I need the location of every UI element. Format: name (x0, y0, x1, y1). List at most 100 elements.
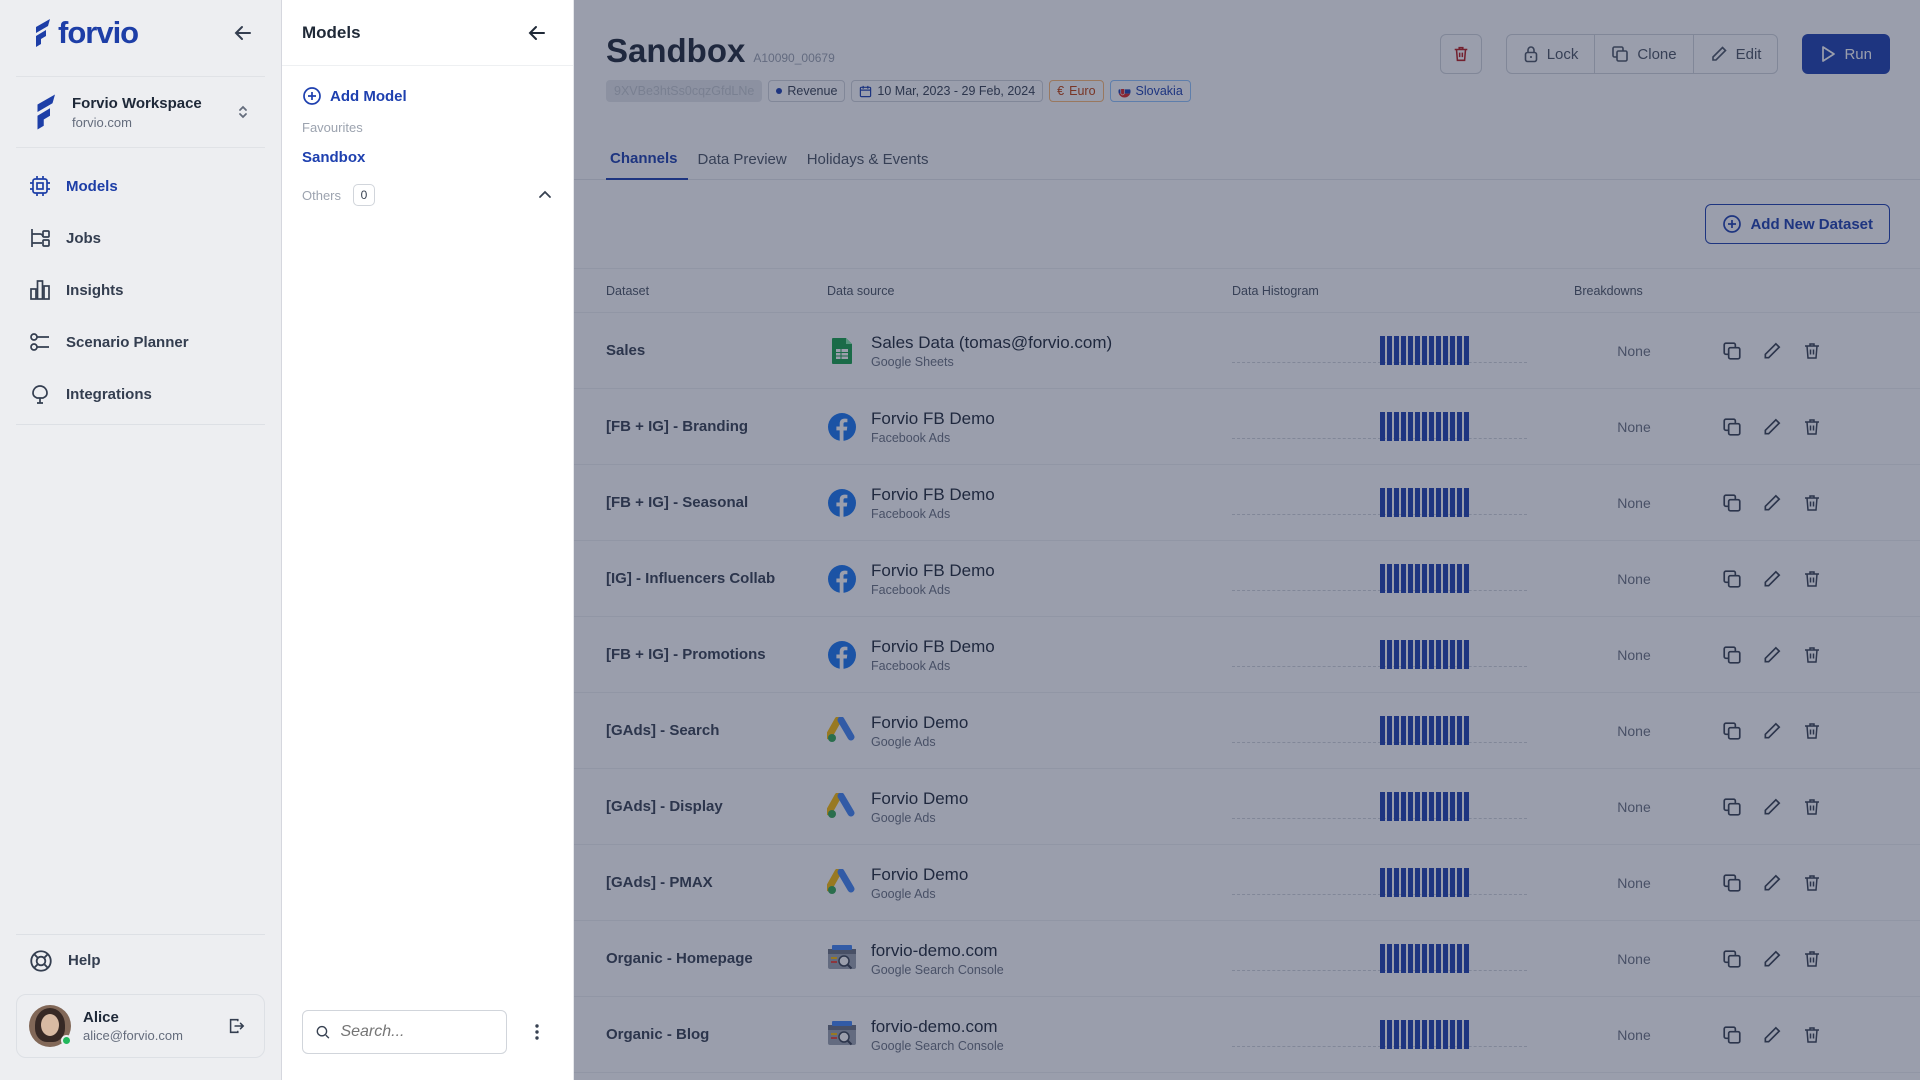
edit-dataset-button[interactable] (1762, 797, 1782, 817)
delete-dataset-button[interactable] (1802, 493, 1822, 513)
dataset-name: [GAds] - PMAX (606, 873, 713, 891)
edit-dataset-button[interactable] (1762, 721, 1782, 741)
data-histogram (1232, 787, 1527, 827)
run-button[interactable]: Run (1802, 34, 1890, 74)
histogram-bar (1380, 715, 1385, 745)
duplicate-dataset-button[interactable] (1722, 493, 1742, 513)
workspace-switcher[interactable]: Forvio Workspace forvio.com (16, 76, 265, 148)
edit-dataset-button[interactable] (1762, 873, 1782, 893)
table-row[interactable]: [GAds] - PMAX Forvio Demo Google Ads None (574, 844, 1920, 921)
histogram-bar (1422, 487, 1427, 517)
table-row[interactable]: Organic - Blog forvio-demo.com Google Sear… (574, 996, 1920, 1073)
delete-dataset-button[interactable] (1802, 1025, 1822, 1045)
data-source: Sales Data (tomas@forvio.com) Google Shee… (827, 333, 1232, 369)
copy-icon (1723, 797, 1741, 816)
search-input[interactable] (340, 1023, 494, 1041)
table-row[interactable]: [IG] - Influencers Collab Forvio FB Demo F… (574, 540, 1920, 617)
delete-model-button[interactable] (1439, 34, 1482, 74)
trash-icon (1805, 342, 1819, 359)
duplicate-dataset-button[interactable] (1722, 949, 1742, 969)
data-source-name: Forvio FB Demo (871, 484, 995, 504)
nav-item-models[interactable]: Models (12, 160, 269, 212)
model-search (302, 1010, 507, 1054)
duplicate-dataset-button[interactable] (1722, 721, 1742, 741)
table-row[interactable]: [FB + IG] - Promotions Forvio FB Demo Face… (574, 616, 1920, 693)
model-action-group: Lock Clone Edit (1505, 34, 1779, 74)
histogram-bar (1408, 943, 1413, 973)
help-item[interactable]: Help (16, 934, 265, 986)
histogram-bar (1443, 487, 1448, 517)
chevron-up-down-icon (239, 105, 247, 119)
table-row[interactable]: Sales Sales Data (tomas@forvio.com) Google… (574, 312, 1920, 389)
column-header-actions (1694, 268, 1920, 313)
datasets-table-body: Sales Sales Data (tomas@forvio.com) Google… (574, 312, 1920, 1073)
edit-dataset-button[interactable] (1762, 493, 1782, 513)
collapse-sidebar-button[interactable] (227, 17, 259, 49)
chevron-up-icon[interactable] (537, 187, 553, 203)
play-icon (1822, 46, 1836, 62)
nav-item-jobs[interactable]: Jobs (12, 212, 269, 264)
duplicate-dataset-button[interactable] (1722, 569, 1742, 589)
avatar[interactable] (29, 1005, 72, 1047)
delete-dataset-button[interactable] (1802, 417, 1822, 437)
more-options-button[interactable] (521, 1016, 553, 1048)
models-panel-title: Models (302, 22, 361, 42)
histogram-bar (1422, 411, 1427, 441)
delete-dataset-button[interactable] (1802, 721, 1822, 741)
others-group[interactable]: Others 0 (302, 184, 553, 206)
tab-data-preview[interactable]: Data Preview (688, 138, 797, 180)
table-row[interactable]: [FB + IG] - Seasonal Forvio FB Demo Facebo… (574, 464, 1920, 541)
nav-item-scenario-planner[interactable]: Scenario Planner (12, 316, 269, 368)
edit-button[interactable]: Edit (1694, 35, 1778, 73)
duplicate-dataset-button[interactable] (1722, 417, 1742, 437)
edit-dataset-button[interactable] (1762, 645, 1782, 665)
add-new-dataset-button[interactable]: Add New Dataset (1705, 204, 1890, 244)
delete-dataset-button[interactable] (1802, 949, 1822, 969)
table-row[interactable]: [GAds] - Search Forvio Demo Google Ads None (574, 692, 1920, 769)
table-row[interactable]: [GAds] - Display Forvio Demo Google Ads Non… (574, 768, 1920, 845)
logout-button[interactable] (220, 1010, 252, 1042)
add-model-button[interactable]: Add Model (302, 86, 553, 106)
delete-dataset-button[interactable] (1802, 341, 1822, 361)
table-row[interactable]: [FB + IG] - Branding Forvio FB Demo Facebo… (574, 388, 1920, 465)
clone-button[interactable]: Clone (1595, 35, 1694, 73)
tab-channels[interactable]: Channels (606, 138, 688, 180)
delete-dataset-button[interactable] (1802, 645, 1822, 665)
others-label: Others (302, 187, 342, 203)
duplicate-dataset-button[interactable] (1722, 1025, 1742, 1045)
histogram-bar (1422, 1019, 1427, 1049)
favourite-model-sandbox[interactable]: Sandbox (302, 149, 553, 166)
histogram-bar (1457, 335, 1462, 365)
histogram-bar (1457, 867, 1462, 897)
histogram-bar (1450, 335, 1455, 365)
country-chip: Slovakia (1109, 80, 1191, 102)
duplicate-dataset-button[interactable] (1722, 341, 1742, 361)
table-row[interactable]: Organic - Homepage forvio-demo.com Google … (574, 920, 1920, 997)
edit-dataset-button[interactable] (1762, 949, 1782, 969)
data-source-icon (827, 564, 857, 594)
delete-dataset-button[interactable] (1802, 797, 1822, 817)
arrow-left-icon (234, 26, 251, 40)
edit-dataset-button[interactable] (1762, 569, 1782, 589)
forvio-logo-icon (36, 19, 50, 47)
edit-dataset-button[interactable] (1762, 1025, 1782, 1045)
copy-icon (1723, 721, 1741, 740)
add-model-label: Add Model (330, 87, 407, 105)
lock-button[interactable]: Lock (1507, 35, 1596, 73)
duplicate-dataset-button[interactable] (1722, 873, 1742, 893)
favourites-label: Favourites (302, 120, 363, 135)
duplicate-dataset-button[interactable] (1722, 645, 1742, 665)
slovakia-flag-icon (1117, 84, 1131, 98)
delete-dataset-button[interactable] (1802, 873, 1822, 893)
nav-item-integrations[interactable]: Integrations (12, 368, 269, 420)
edit-dataset-button[interactable] (1762, 341, 1782, 361)
logo[interactable]: forvio (32, 15, 139, 51)
duplicate-dataset-button[interactable] (1722, 797, 1742, 817)
delete-dataset-button[interactable] (1802, 569, 1822, 589)
edit-dataset-button[interactable] (1762, 417, 1782, 437)
close-models-panel-button[interactable] (521, 17, 553, 49)
data-source: Forvio Demo Google Ads (827, 865, 1232, 901)
nav-item-insights[interactable]: Insights (12, 264, 269, 316)
breakdowns-value: None (1617, 646, 1651, 663)
tab-holidays-events[interactable]: Holidays & Events (797, 138, 939, 180)
